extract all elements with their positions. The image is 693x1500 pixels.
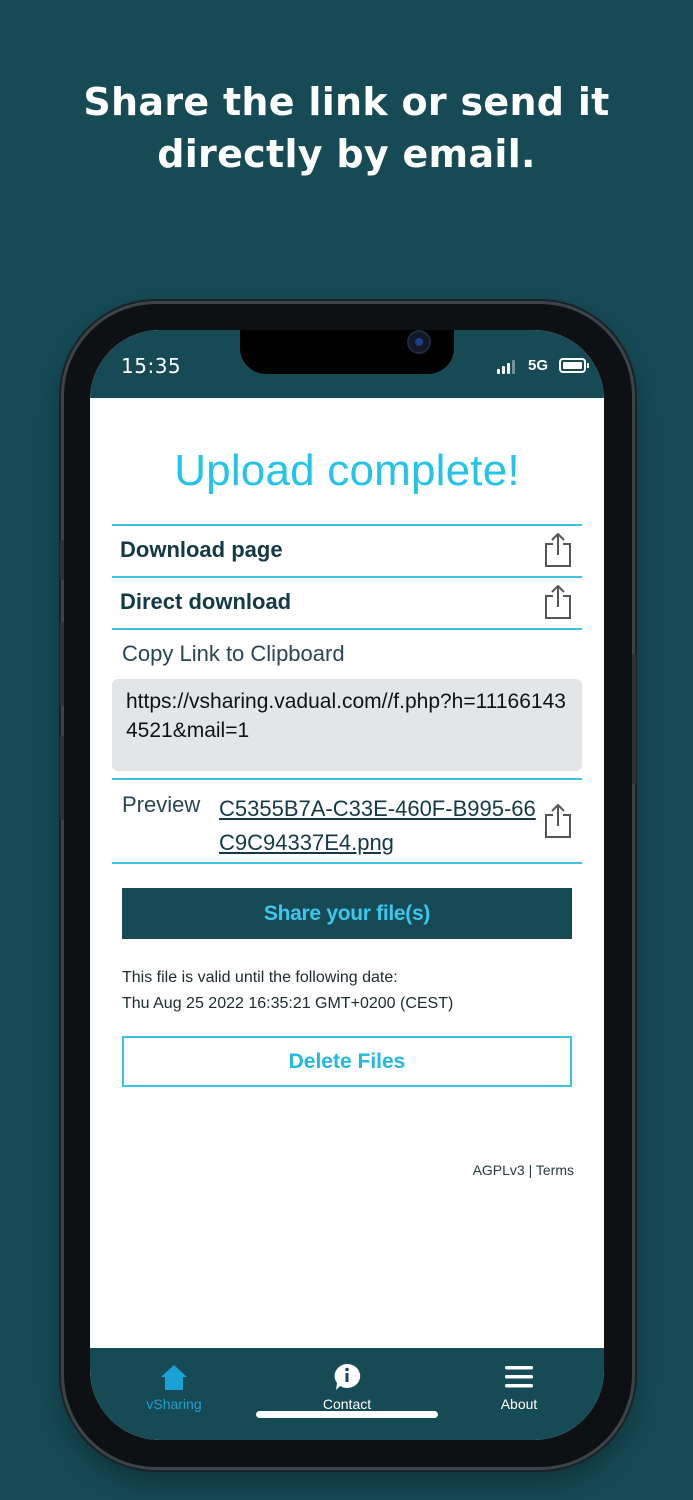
tab-vsharing[interactable]: vSharing bbox=[114, 1362, 234, 1412]
share-icon[interactable] bbox=[544, 585, 572, 619]
page-title: Upload complete! bbox=[174, 446, 520, 495]
tab-label: vSharing bbox=[146, 1396, 202, 1412]
share-icon[interactable] bbox=[544, 533, 572, 567]
info-bubble-icon bbox=[287, 1362, 407, 1392]
divider bbox=[112, 628, 582, 630]
validity-text: This file is valid until the following d… bbox=[122, 969, 398, 986]
direct-download-link[interactable]: Direct download bbox=[120, 589, 291, 615]
status-bar: 15:35 5G bbox=[90, 330, 604, 398]
share-files-button[interactable]: Share your file(s) bbox=[122, 888, 572, 939]
notch bbox=[240, 330, 454, 374]
phone-screen: 15:35 5G Upload complete! Download page … bbox=[90, 330, 604, 1440]
tab-label: Contact bbox=[322, 1396, 372, 1412]
link-url-field[interactable]: https://vsharing.vadual.com//f.php?h=111… bbox=[112, 679, 582, 771]
signal-icon bbox=[497, 360, 515, 374]
footer-links[interactable]: AGPLv3 | Terms bbox=[473, 1162, 574, 1178]
divider bbox=[112, 576, 582, 578]
validity-info: This file is valid until the following d… bbox=[122, 965, 453, 1017]
divider bbox=[112, 778, 582, 780]
promo-headline-line1: Share the link or send it bbox=[83, 80, 610, 124]
phone-volume-down bbox=[60, 736, 64, 820]
preview-label: Preview bbox=[122, 792, 201, 817]
copy-link-button[interactable]: Copy Link to Clipboard bbox=[122, 641, 345, 667]
phone-power-button bbox=[632, 654, 636, 784]
delete-files-button[interactable]: Delete Files bbox=[122, 1036, 572, 1087]
tab-about[interactable]: About bbox=[459, 1362, 579, 1412]
divider bbox=[112, 862, 582, 864]
divider bbox=[112, 524, 582, 526]
status-time: 15:35 bbox=[121, 354, 182, 378]
tab-label: About bbox=[500, 1396, 538, 1412]
network-type: 5G bbox=[528, 357, 549, 374]
tab-contact[interactable]: Contact bbox=[287, 1362, 407, 1412]
hamburger-menu-icon bbox=[459, 1362, 579, 1392]
phone-side-button bbox=[60, 540, 64, 580]
validity-date: Thu Aug 25 2022 16:35:21 GMT+0200 (CEST) bbox=[122, 995, 454, 1012]
home-indicator[interactable] bbox=[256, 1411, 438, 1418]
upload-result-panel: Upload complete! Download page Direct do… bbox=[90, 398, 604, 1348]
preview-file-link[interactable]: C5355B7A-C33E-460F-B995-66C9C94337E4.png bbox=[219, 792, 537, 860]
download-page-link[interactable]: Download page bbox=[120, 537, 283, 563]
promo-headline-line2: directly by email. bbox=[157, 132, 536, 176]
promo-headline: Share the link or send it directly by em… bbox=[0, 76, 693, 180]
tab-bar: vSharing Contact About bbox=[90, 1348, 604, 1440]
front-camera-icon bbox=[407, 330, 431, 354]
battery-icon bbox=[559, 358, 589, 373]
phone-volume-up bbox=[60, 622, 64, 706]
share-icon[interactable] bbox=[544, 804, 572, 838]
home-icon bbox=[114, 1362, 234, 1392]
